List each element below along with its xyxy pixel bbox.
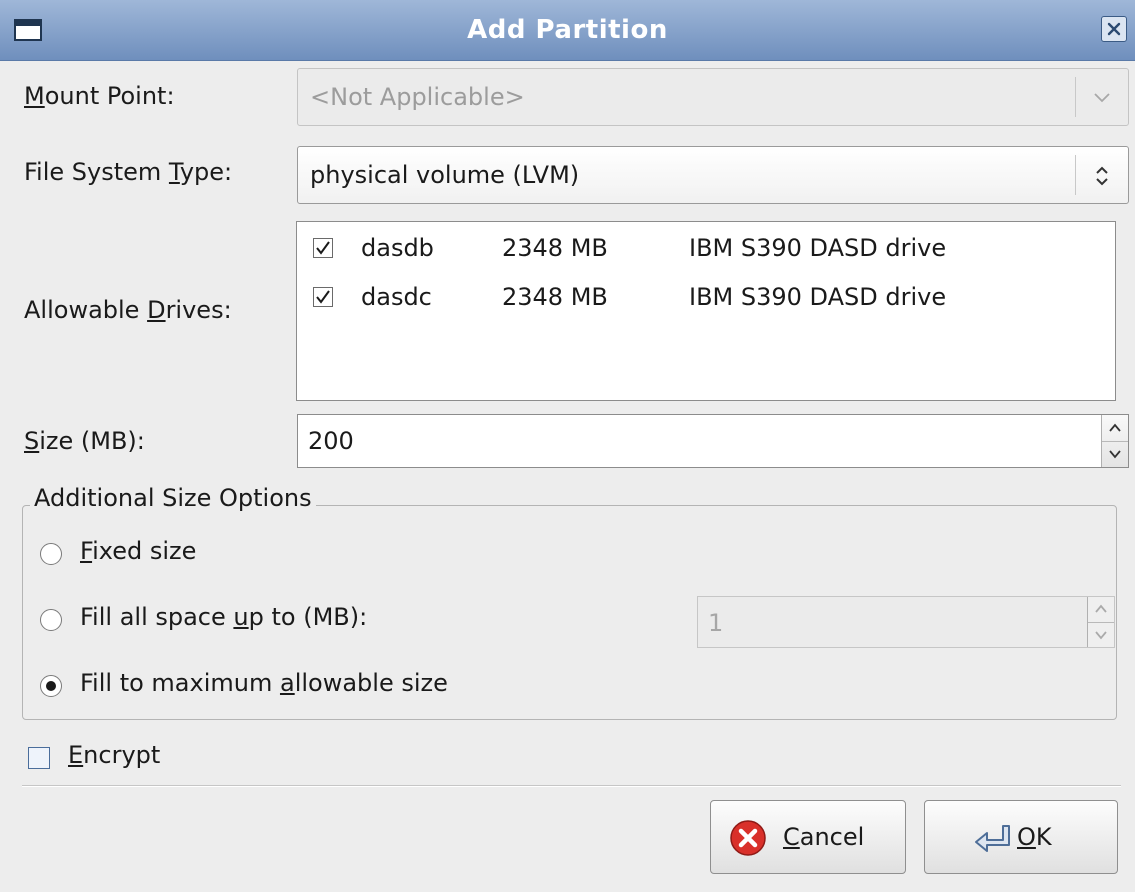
chevron-down-icon[interactable]	[1107, 447, 1123, 461]
drive-name: dasdc	[361, 283, 432, 311]
window-title: Add Partition	[467, 15, 668, 45]
chevron-up-icon[interactable]	[1107, 421, 1123, 435]
drive-model: IBM S390 DASD drive	[689, 234, 947, 262]
file-system-type-label: File System Type:	[24, 158, 233, 186]
size-value: 200	[308, 427, 354, 455]
fixed-size-radio[interactable]	[40, 543, 62, 565]
fixed-size-label[interactable]: Fixed size	[80, 537, 196, 565]
size-label: Size (MB):	[24, 427, 145, 455]
fill-max-radio[interactable]	[40, 675, 62, 697]
drive-checkbox[interactable]	[313, 287, 333, 307]
drive-checkbox[interactable]	[313, 238, 333, 258]
allowable-drives-list[interactable]: dasdb 2348 MB IBM S390 DASD drive dasdc …	[296, 221, 1116, 401]
add-partition-dialog: Add Partition Mount Point: <Not Applicab…	[0, 0, 1135, 892]
mount-point-value: <Not Applicable>	[310, 83, 525, 111]
up-down-arrows-icon	[1096, 166, 1108, 186]
cancel-icon	[730, 820, 766, 856]
file-system-type-combo[interactable]: physical volume (LVM)	[297, 146, 1129, 204]
fill-up-to-label[interactable]: Fill all space up to (MB):	[80, 603, 367, 631]
encrypt-checkbox[interactable]	[28, 747, 50, 769]
size-stepper[interactable]	[1101, 415, 1128, 467]
close-icon	[1107, 22, 1121, 36]
ok-button[interactable]: OK	[924, 800, 1118, 874]
drive-size: 2348 MB	[502, 283, 608, 311]
enter-arrow-icon	[975, 825, 1010, 852]
fill-max-label[interactable]: Fill to maximum allowable size	[80, 669, 448, 697]
additional-size-options-title: Additional Size Options	[30, 484, 316, 512]
cancel-label: Cancel	[783, 823, 865, 851]
drive-name: dasdb	[361, 234, 434, 262]
drive-size: 2348 MB	[502, 234, 608, 262]
cancel-button[interactable]: Cancel	[710, 800, 906, 874]
mount-point-combo: <Not Applicable>	[297, 68, 1129, 126]
title-bar[interactable]: Add Partition	[0, 0, 1135, 61]
drive-row[interactable]: dasdb 2348 MB IBM S390 DASD drive	[297, 226, 1115, 270]
size-spinbutton[interactable]: 200	[297, 414, 1129, 468]
checkmark-icon	[316, 290, 330, 304]
close-button[interactable]	[1101, 16, 1127, 42]
file-system-type-value: physical volume (LVM)	[310, 161, 580, 189]
mount-point-label: Mount Point:	[24, 82, 175, 110]
fill-up-to-spinbutton: 1	[697, 596, 1115, 648]
chevron-up-icon	[1095, 604, 1107, 613]
ok-label: OK	[1017, 823, 1052, 851]
allowable-drives-label: Allowable Drives:	[24, 296, 232, 324]
drive-model: IBM S390 DASD drive	[689, 283, 947, 311]
fill-up-to-value: 1	[708, 609, 724, 637]
chevron-down-icon	[1094, 93, 1110, 103]
fill-up-to-radio[interactable]	[40, 609, 62, 631]
fill-up-to-stepper	[1087, 597, 1114, 647]
chevron-down-icon	[1095, 631, 1107, 640]
checkmark-icon	[316, 241, 330, 255]
encrypt-label[interactable]: Encrypt	[68, 741, 160, 769]
drive-row[interactable]: dasdc 2348 MB IBM S390 DASD drive	[297, 275, 1115, 319]
